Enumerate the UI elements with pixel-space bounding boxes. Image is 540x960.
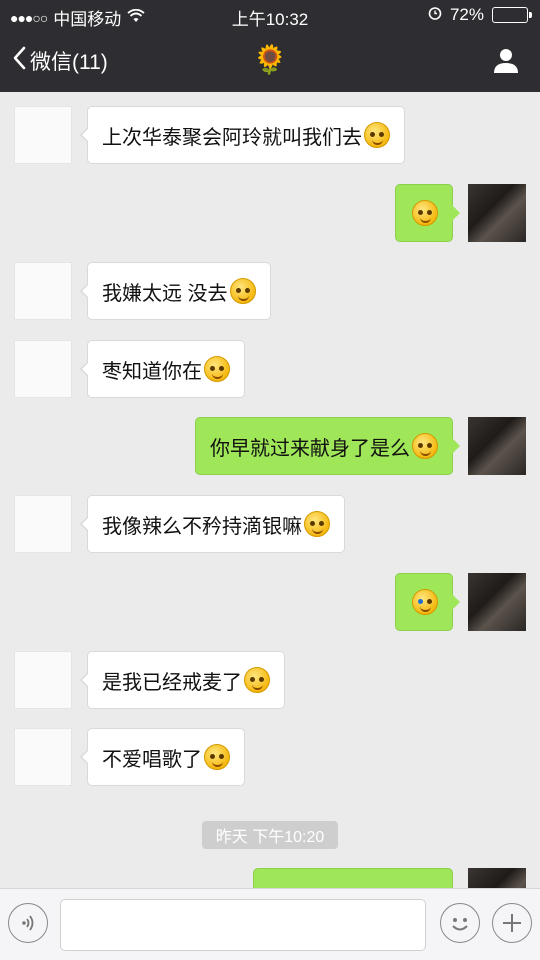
message-bubble[interactable]: 我像辣么不矜持滴银嘛 [80,495,345,553]
battery-icon [492,7,532,23]
message-bubble[interactable]: 我嫌太远 没去 [80,262,271,320]
message-text: 我嫌太远 没去 [102,282,228,305]
message-bubble[interactable] [395,573,460,631]
blush-emoji-icon [364,122,390,148]
my-avatar[interactable] [468,184,526,242]
message-bubble[interactable]: 你早就过来献身了是么 [195,417,460,475]
cry-laugh-emoji-icon [412,589,438,615]
chat-area[interactable]: 上次华泰聚会阿玲就叫我们去 我嫌太远 没去 枣知道你在 你早就过来献身了是么 我… [0,92,540,888]
my-avatar[interactable] [468,868,526,888]
message-bubble[interactable]: 枣知道你在 [80,340,245,398]
blush-emoji-icon [412,200,438,226]
voice-icon[interactable] [8,903,48,943]
contact-avatar[interactable] [14,340,72,398]
battery-percent: 72% [449,5,484,24]
chat-title-sunflower-icon: 🌻 [252,44,288,75]
person-icon[interactable] [492,46,520,79]
contact-avatar[interactable] [14,728,72,786]
my-avatar[interactable] [468,573,526,631]
message-bubble[interactable]: 上次华泰聚会阿玲就叫我们去 [80,106,405,164]
nav-bar: 微信(11) 🌻 [0,30,540,92]
message-text: 我像辣么不矜持滴银嘛 [102,515,302,538]
blush-emoji-icon [304,511,330,537]
status-bar: ●●●○○ 中国移动 上午10:32 72% [0,0,540,30]
message-bubble[interactable]: 是我已经戒麦了 [80,651,285,709]
contact-avatar[interactable] [14,106,72,164]
my-avatar[interactable] [468,417,526,475]
message-text: 不爱唱歌了 [102,748,202,771]
emoji-icon[interactable] [440,903,480,943]
message-text: 上次华泰聚会阿玲就叫我们去 [102,126,362,149]
contact-avatar[interactable] [14,651,72,709]
blush-emoji-icon [412,433,438,459]
alarm-icon [428,5,442,25]
plus-icon[interactable] [492,903,532,943]
message-input[interactable] [60,899,426,951]
time-separator: 昨天 下午10:20 [202,821,338,849]
contact-avatar[interactable] [14,262,72,320]
blush-emoji-icon [204,744,230,770]
input-bar [0,888,540,960]
message-text: 你早就过来献身了是么 [210,437,410,460]
blush-emoji-icon [244,667,270,693]
status-right: 72% [428,5,532,25]
message-bubble[interactable] [395,184,460,242]
message-text: 是我已经戒麦了 [102,671,242,694]
blush-emoji-icon [229,278,256,304]
message-text: 枣知道你在 [102,360,202,383]
contact-avatar[interactable] [14,495,72,553]
message-bubble[interactable]: 不爱唱歌了 [80,728,245,786]
blush-emoji-icon [204,356,230,382]
message-bubble[interactable] [253,868,453,888]
